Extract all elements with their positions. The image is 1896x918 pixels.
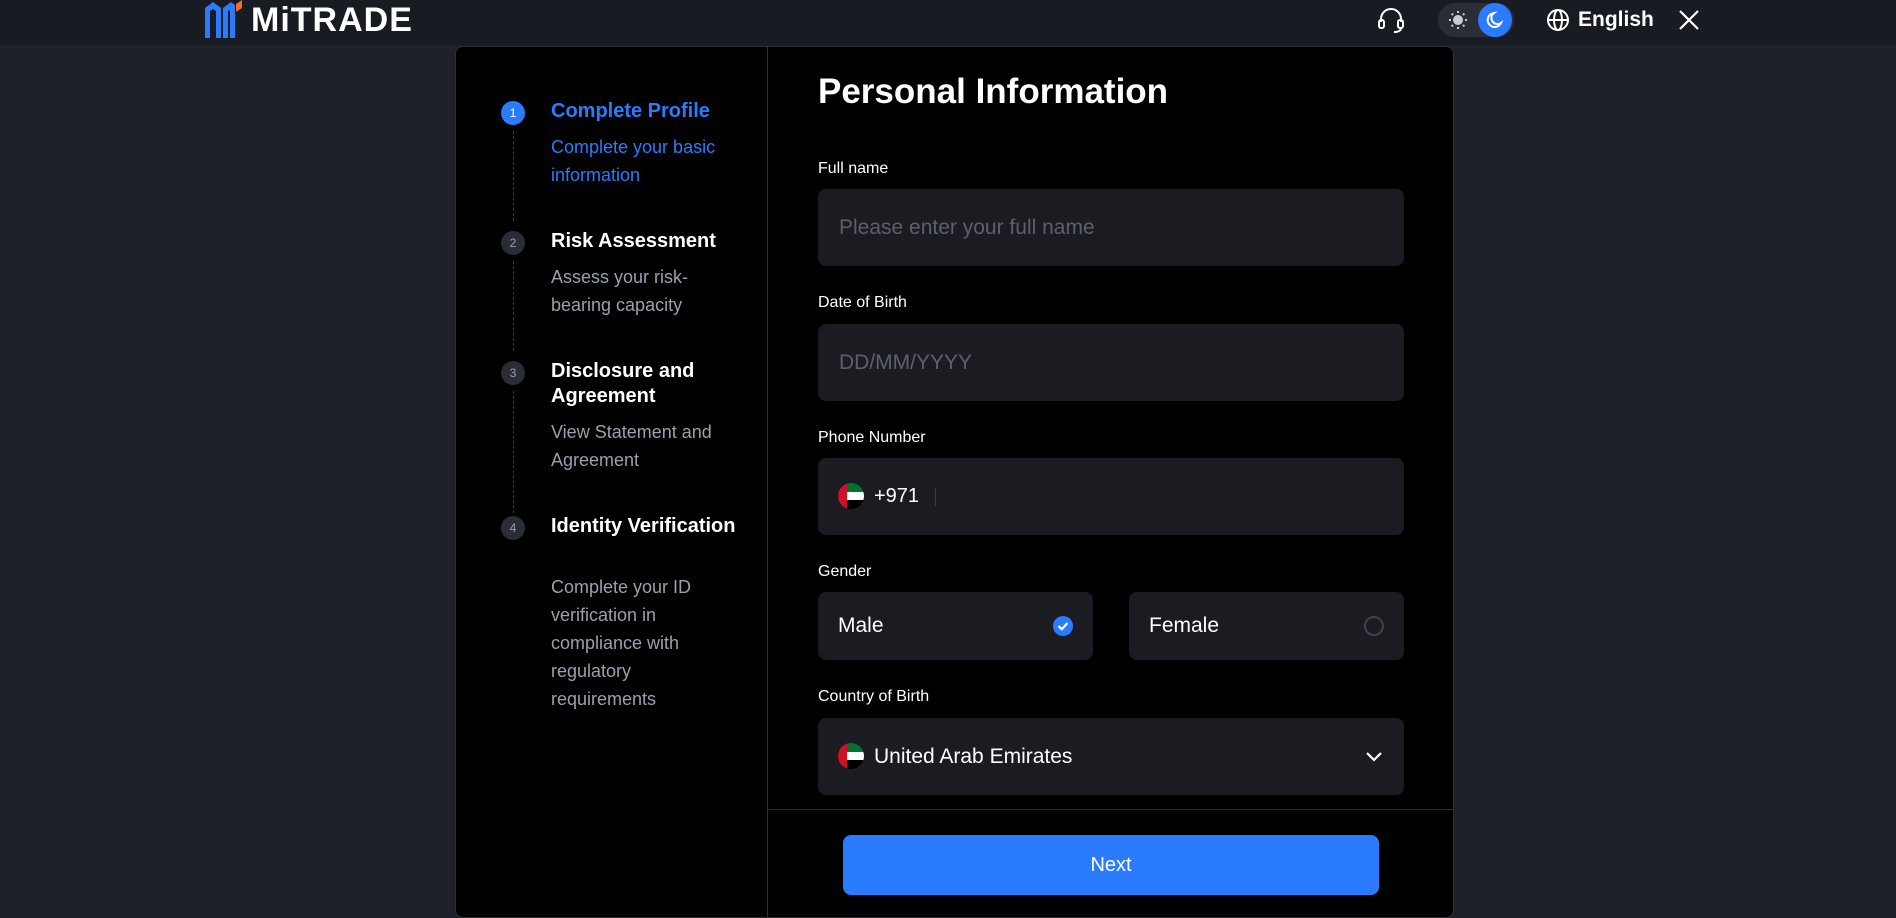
gender-label: Gender bbox=[818, 563, 872, 580]
headset-icon bbox=[1378, 8, 1404, 33]
gender-option-female[interactable]: Female bbox=[1129, 592, 1404, 660]
registration-card: 1 Complete Profile Complete your basic i… bbox=[455, 46, 1454, 918]
dark-mode-button[interactable] bbox=[1478, 3, 1512, 37]
radio-checked[interactable] bbox=[1053, 616, 1073, 636]
close-icon bbox=[1679, 10, 1699, 30]
step-number: 3 bbox=[501, 361, 525, 385]
sun-icon[interactable] bbox=[1448, 10, 1468, 30]
footer-divider bbox=[767, 809, 1453, 810]
step-list: 1 Complete Profile Complete your basic i… bbox=[456, 47, 768, 917]
full-name-field[interactable] bbox=[818, 189, 1404, 266]
close-button[interactable] bbox=[1677, 0, 1701, 40]
country-of-birth-label: Country of Birth bbox=[818, 688, 930, 705]
country-of-birth-select[interactable]: United Arab Emirates bbox=[818, 718, 1404, 795]
uae-flag-icon bbox=[838, 743, 864, 769]
full-name-label: Full name bbox=[818, 160, 889, 177]
page-title: Personal Information bbox=[818, 72, 1169, 111]
step-connector bbox=[513, 131, 514, 221]
radio-unchecked[interactable] bbox=[1364, 616, 1384, 636]
chevron-down-icon bbox=[1366, 752, 1382, 762]
step-title: Identity Verification bbox=[551, 515, 736, 537]
top-bar: MiTRADE English bbox=[0, 0, 1896, 45]
step-number: 2 bbox=[501, 231, 525, 255]
brand-logo[interactable]: MiTRADE bbox=[203, 0, 413, 40]
support-button[interactable] bbox=[1376, 0, 1406, 40]
check-icon bbox=[1057, 622, 1069, 631]
step-title: Disclosure and Agreement bbox=[551, 360, 695, 407]
country-code[interactable]: +971 bbox=[874, 458, 919, 535]
phone-input[interactable] bbox=[948, 458, 1378, 535]
country-of-birth-value: United Arab Emirates bbox=[874, 745, 1073, 768]
step-description: Complete your ID verification in complia… bbox=[551, 577, 692, 709]
step-number: 1 bbox=[501, 101, 525, 125]
step-title: Complete Profile bbox=[551, 100, 710, 122]
mitrade-logo-icon bbox=[205, 0, 242, 38]
gender-option-label: Male bbox=[838, 614, 884, 637]
step-number: 4 bbox=[501, 516, 525, 540]
divider bbox=[935, 488, 936, 506]
moon-icon bbox=[1486, 11, 1504, 28]
step-description: Assess your risk-bearing capacity bbox=[551, 267, 689, 315]
theme-toggle[interactable] bbox=[1438, 3, 1514, 37]
step-connector bbox=[513, 261, 514, 351]
gender-option-label: Female bbox=[1149, 614, 1220, 637]
brand-name: MiTRADE bbox=[251, 0, 413, 39]
step-description: Complete your basic information bbox=[551, 137, 716, 185]
language-label: English bbox=[1578, 8, 1654, 31]
step-description: View Statement and Agreement bbox=[551, 422, 712, 470]
dob-field[interactable] bbox=[818, 324, 1404, 401]
phone-field[interactable]: +971 bbox=[818, 458, 1404, 535]
dob-label: Date of Birth bbox=[818, 294, 907, 311]
dob-input[interactable] bbox=[839, 324, 1379, 401]
language-selector[interactable]: English bbox=[1546, 0, 1654, 40]
next-button[interactable]: Next bbox=[843, 835, 1379, 895]
globe-icon bbox=[1547, 9, 1569, 31]
gender-option-male[interactable]: Male bbox=[818, 592, 1093, 660]
step-connector bbox=[513, 391, 514, 513]
uae-flag-icon[interactable] bbox=[838, 483, 864, 509]
step-title: Risk Assessment bbox=[551, 230, 716, 252]
phone-label: Phone Number bbox=[818, 429, 926, 446]
full-name-input[interactable] bbox=[839, 189, 1379, 266]
